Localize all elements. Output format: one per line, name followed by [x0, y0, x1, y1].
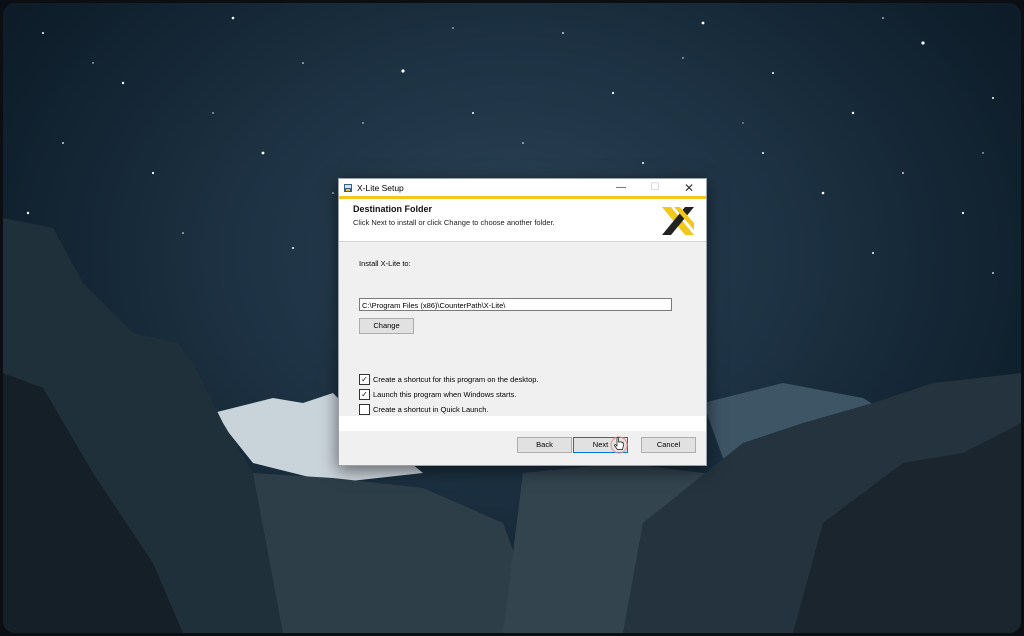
launch-at-startup-option[interactable]: ✓ Launch this program when Windows start… [359, 389, 516, 400]
hand-cursor-icon [610, 436, 628, 454]
close-icon[interactable]: ✕ [672, 179, 706, 196]
page-title: Destination Folder [353, 204, 433, 214]
x-lite-logo [662, 207, 694, 235]
setup-dialog: X-Lite Setup — ☐ ✕ Destination Folder Cl… [338, 178, 707, 466]
window-title: X-Lite Setup [357, 182, 404, 193]
wizard-footer: Back Next Cancel [339, 431, 706, 465]
quick-launch-option[interactable]: Create a shortcut in Quick Launch. [359, 404, 488, 415]
install-path-field[interactable]: C:\Program Files (x86)\CounterPath\X-Lit… [359, 298, 672, 311]
maximize-icon[interactable]: ☐ [638, 179, 672, 196]
quick-launch-checkbox[interactable] [359, 404, 370, 415]
desktop-shortcut-option[interactable]: ✓ Create a shortcut for this program on … [359, 374, 539, 385]
setup-app-icon [344, 183, 352, 192]
desktop-shortcut-checkbox[interactable]: ✓ [359, 374, 370, 385]
launch-at-startup-label: Launch this program when Windows starts. [373, 390, 517, 399]
launch-at-startup-checkbox[interactable]: ✓ [359, 389, 370, 400]
wizard-header: Destination Folder Click Next to install… [339, 199, 706, 242]
change-button[interactable]: Change [359, 318, 414, 334]
minimize-icon[interactable]: — [604, 179, 638, 196]
page-subtitle: Click Next to install or click Change to… [353, 218, 555, 227]
desktop-shortcut-label: Create a shortcut for this program on th… [373, 375, 539, 384]
install-label: Install X-Lite to: [359, 259, 411, 268]
quick-launch-label: Create a shortcut in Quick Launch. [373, 405, 489, 414]
cancel-button[interactable]: Cancel [641, 437, 696, 453]
title-bar[interactable]: X-Lite Setup — ☐ ✕ [339, 179, 706, 196]
back-button[interactable]: Back [517, 437, 572, 453]
wizard-content: Install X-Lite to: C:\Program Files (x86… [339, 242, 706, 416]
